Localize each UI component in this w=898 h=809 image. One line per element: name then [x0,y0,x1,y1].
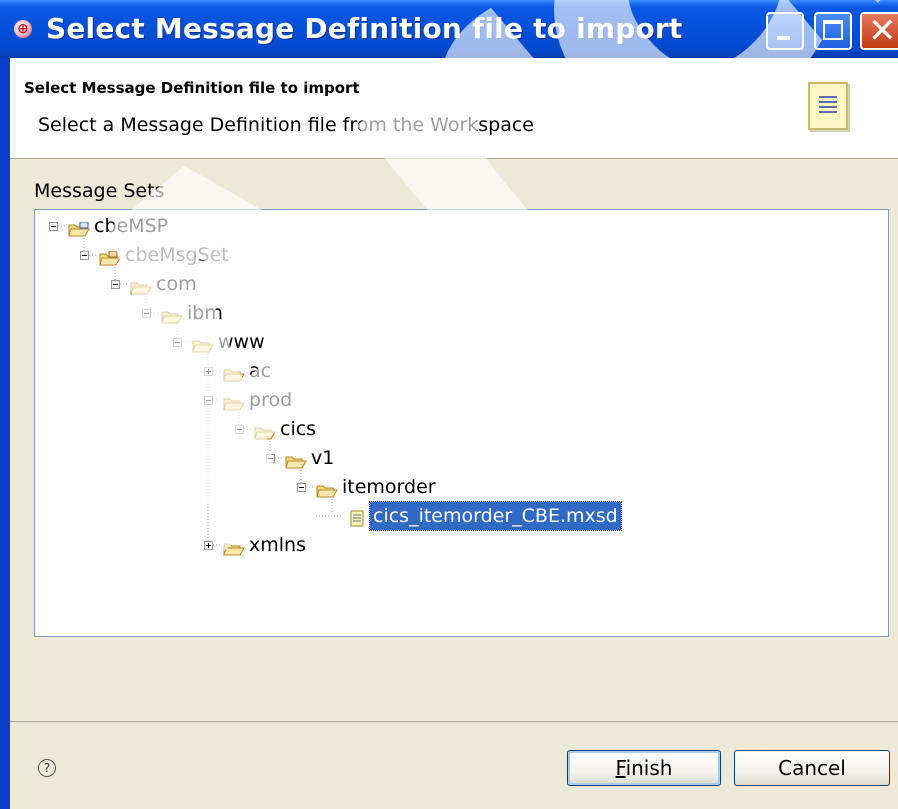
finish-button[interactable]: Finish [567,750,721,786]
tree-item-label: ibm [187,302,223,324]
folder-open-icon [223,392,245,411]
expand-toggle-icon[interactable] [204,367,213,376]
message-sets-tree[interactable]: cbeMSP cbeMsgSet com ibm www ac prod cics v1 item… [34,209,889,637]
finish-mnemonic: F [615,756,626,780]
minimize-button[interactable] [766,12,804,50]
minimize-icon [777,36,790,40]
tree-item-label: cbeMsgSet [125,244,229,266]
file-icon [350,507,372,527]
folder-open-icon [161,305,183,324]
tree-item-label: com [156,273,197,295]
collapse-toggle-icon[interactable] [49,222,58,231]
help-icon[interactable]: ? [38,759,56,777]
collapse-toggle-icon[interactable] [111,280,120,289]
maximize-icon [823,20,843,40]
window-frame-left [0,58,10,809]
folder-open-icon [223,363,245,382]
folder-open-icon [192,334,214,353]
collapse-toggle-icon[interactable] [297,483,306,492]
tree-item-label: prod [249,389,293,411]
tree-item-label: xmlns [249,534,306,556]
tree-item-label: itemorder [342,476,436,498]
cancel-button[interactable]: Cancel [734,750,890,786]
dialog-window: ⊕ Select Message Definition file to impo… [0,0,898,809]
tree-item-label: cics [280,418,317,440]
collapse-toggle-icon[interactable] [80,251,89,260]
collapse-toggle-icon[interactable] [266,454,275,463]
dialog-content: Message Sets cbeMSP cbeMsgSet com ibm www ac p… [10,159,898,719]
folder-open-icon [223,537,245,556]
collapse-toggle-icon[interactable] [173,338,182,347]
tree-item-label: ac [249,360,272,382]
tree-item-label: www [218,331,265,353]
folder-open-icon [316,479,338,498]
window-title: Select Message Definition file to import [46,12,683,45]
button-bar: ? Finish Cancel [10,722,898,809]
tree-item-label: cics_itemorder_CBE.mxsd [369,501,622,531]
folder-open-icon [254,421,276,440]
close-icon: ✕ [868,11,897,51]
maximize-button[interactable] [814,12,852,50]
tree-item-label: cbeMSP [94,215,169,237]
header-description: Select a Message Definition file from th… [38,114,534,136]
folder-open-icon [285,450,307,469]
close-button[interactable]: ✕ [860,12,898,50]
header-title: Select Message Definition file to import [24,79,360,97]
message-sets-label: Message Sets [34,180,165,202]
tree-item-label: v1 [311,447,335,469]
folder-open-icon [130,276,152,295]
title-bar[interactable]: ⊕ Select Message Definition file to impo… [0,0,898,58]
dialog-header: Select Message Definition file to import… [10,58,898,159]
wizard-banner-icon [808,82,848,130]
finish-label: inish [625,756,673,780]
message-set-icon [99,247,121,266]
collapse-toggle-icon[interactable] [142,309,151,318]
expand-toggle-icon[interactable] [204,541,213,550]
collapse-toggle-icon[interactable] [204,396,213,405]
project-icon [68,218,90,237]
collapse-toggle-icon[interactable] [235,425,244,434]
app-icon: ⊕ [14,20,32,38]
